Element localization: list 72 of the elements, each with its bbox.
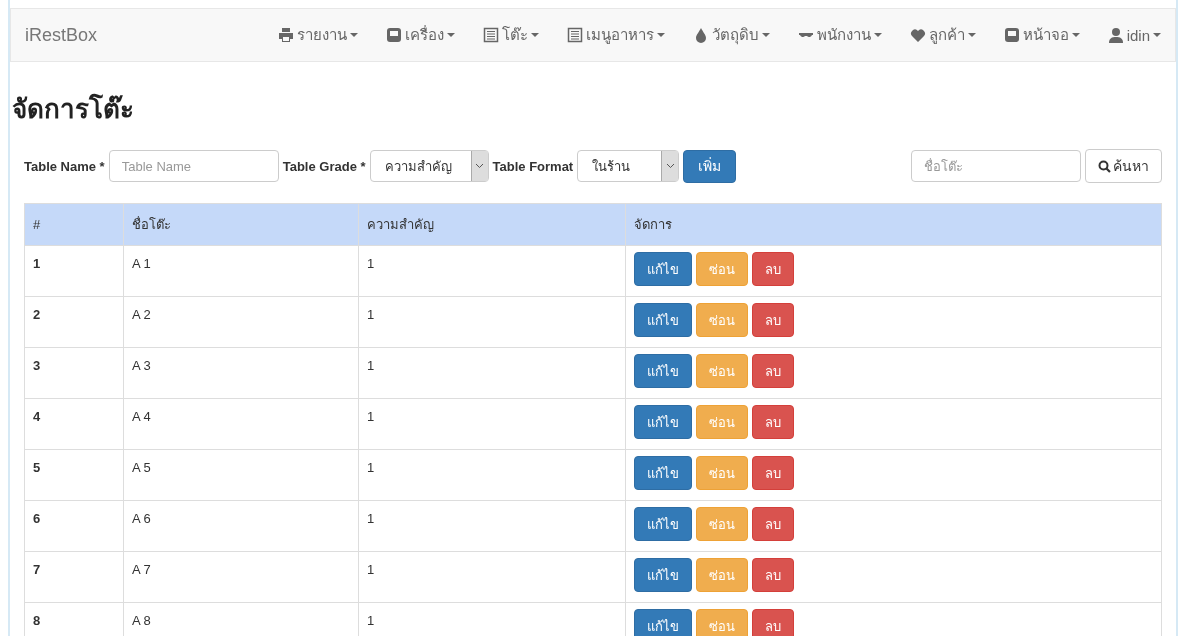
edit-button[interactable]: แก้ไข bbox=[634, 456, 692, 490]
field-label: Table Name * bbox=[24, 158, 105, 174]
search-button[interactable]: ค้นหา bbox=[1085, 149, 1162, 183]
grade-select[interactable]: ความสำคัญ bbox=[369, 150, 489, 182]
edit-button[interactable]: แก้ไข bbox=[634, 507, 692, 541]
table-cell: A 7 bbox=[123, 551, 359, 603]
table-cell: 1 bbox=[358, 449, 626, 501]
field-label: Table Grade * bbox=[282, 158, 366, 174]
table-cell: 5 bbox=[24, 449, 124, 501]
chevron-down-icon bbox=[665, 163, 675, 169]
nav-menu[interactable]: ลูกค้า bbox=[895, 23, 990, 47]
nav-menu[interactable]: idin bbox=[1093, 23, 1161, 47]
table-cell: 1 bbox=[24, 245, 124, 297]
delete-button[interactable]: ลบ bbox=[752, 354, 794, 388]
table-cell: A 5 bbox=[123, 449, 359, 501]
table-cell: 1 bbox=[358, 347, 626, 399]
column-header: ความสำคัญ bbox=[358, 203, 626, 246]
edit-button[interactable]: แก้ไข bbox=[634, 252, 692, 286]
search-field[interactable]: ชื่อโต๊ะ bbox=[911, 150, 1081, 182]
table-cell: 1 bbox=[358, 500, 626, 552]
table-cell: 7 bbox=[24, 551, 124, 603]
nav-menu[interactable]: เมนูอาหาร bbox=[552, 23, 679, 47]
nav-menu[interactable]: โต๊ะ bbox=[468, 23, 553, 47]
page-title: จัดการโต๊ะ bbox=[11, 92, 135, 126]
delete-button[interactable]: ลบ bbox=[752, 507, 794, 541]
table-cell: 1 bbox=[358, 398, 626, 450]
table-cell: 1 bbox=[358, 245, 626, 297]
column-header: ชื่อโต๊ะ bbox=[123, 203, 359, 246]
table-cell: A 2 bbox=[123, 296, 359, 348]
table-cell: 4 bbox=[24, 398, 124, 450]
heart-icon bbox=[909, 27, 926, 43]
list-icon bbox=[566, 27, 583, 43]
delete-button[interactable]: ลบ bbox=[752, 252, 794, 286]
delete-button[interactable]: ลบ bbox=[752, 456, 794, 490]
chevron-down-icon bbox=[475, 163, 485, 169]
table-cell: 1 bbox=[358, 551, 626, 603]
delete-button[interactable]: ลบ bbox=[752, 405, 794, 439]
table-cell: A 4 bbox=[123, 398, 359, 450]
table-cell: 8 bbox=[24, 602, 124, 636]
table-cell: 6 bbox=[24, 500, 124, 552]
table-cell: 1 bbox=[358, 296, 626, 348]
delete-button[interactable]: ลบ bbox=[752, 609, 794, 636]
nav-menu[interactable]: หน้าจอ bbox=[989, 23, 1094, 47]
nav-menu[interactable]: รายงาน bbox=[263, 23, 372, 47]
table-name-field[interactable]: Table Name bbox=[108, 150, 279, 182]
list-icon bbox=[482, 27, 499, 43]
table-cell: A 1 bbox=[123, 245, 359, 297]
nav-menu[interactable]: พนักงาน bbox=[783, 23, 896, 47]
field-label: Table Format bbox=[492, 158, 574, 174]
printer-icon bbox=[277, 27, 294, 43]
delete-button[interactable]: ลบ bbox=[752, 558, 794, 592]
table-cell: A 6 bbox=[123, 500, 359, 552]
add-button[interactable]: เพิ่ม bbox=[683, 149, 737, 183]
monitor-icon bbox=[385, 27, 402, 43]
edit-button[interactable]: แก้ไข bbox=[634, 303, 692, 337]
brand-name[interactable]: iRestBox bbox=[25, 24, 98, 46]
edit-button[interactable]: แก้ไข bbox=[634, 354, 692, 388]
format-select[interactable]: ในร้าน bbox=[577, 150, 680, 182]
column-header: จัดการ bbox=[625, 203, 1162, 246]
edit-button[interactable]: แก้ไข bbox=[634, 609, 692, 636]
delete-button[interactable]: ลบ bbox=[752, 303, 794, 337]
nav-menu[interactable]: เครื่อง bbox=[371, 23, 469, 47]
nav-menu[interactable]: วัตถุดิบ bbox=[678, 23, 784, 47]
monitor-icon bbox=[1003, 27, 1020, 43]
edit-button[interactable]: แก้ไข bbox=[634, 558, 692, 592]
table-cell: 3 bbox=[24, 347, 124, 399]
search-icon bbox=[1098, 159, 1111, 173]
table-cell: A 3 bbox=[123, 347, 359, 399]
user-icon bbox=[1107, 27, 1124, 43]
edit-button[interactable]: แก้ไข bbox=[634, 405, 692, 439]
table-cell: 2 bbox=[24, 296, 124, 348]
column-header: # bbox=[24, 203, 124, 246]
